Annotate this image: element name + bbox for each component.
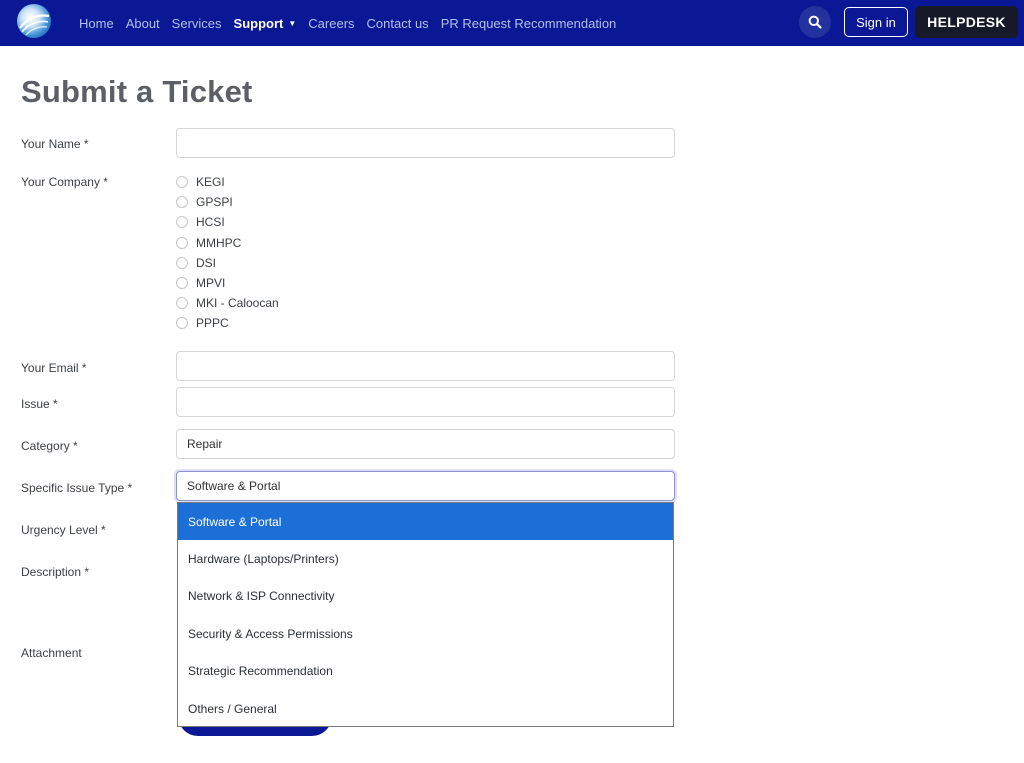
radio-label: HCSI [196,215,225,230]
dropdown-option[interactable]: Software & Portal [178,503,673,541]
radio-button[interactable] [176,236,188,249]
sign-in-button[interactable]: Sign in [844,7,908,37]
company-label: Your Company * [21,175,108,189]
nav-link-about[interactable]: About [126,16,160,31]
radio-label: MKI - Caloocan [196,296,279,311]
nav-link-careers[interactable]: Careers [308,16,354,31]
nav-link-services[interactable]: Services [172,16,222,31]
company-radio-mmhpc[interactable]: MMHPC [176,233,279,253]
email-label: Your Email * [21,361,87,375]
radio-button[interactable] [176,317,188,330]
radio-label: MPVI [196,276,226,291]
nav-link-label: Services [171,15,222,31]
page-title: Submit a Ticket [21,74,253,109]
company-radio-mki-caloocan[interactable]: MKI - Caloocan [176,293,279,313]
radio-label: MMHPC [196,235,242,250]
issue-type-dropdown-list: Software & Portal Hardware (Laptops/Print… [177,502,674,727]
dropdown-option[interactable]: Others / General [178,690,673,727]
issue-type-label: Specific Issue Type * [21,481,133,495]
radio-button[interactable] [176,297,188,310]
issue-type-select[interactable]: Software & Portal [176,471,675,501]
company-radio-dsi[interactable]: DSI [176,253,279,273]
company-radio-pppc[interactable]: PPPC [176,313,279,333]
radio-button[interactable] [176,216,188,229]
description-label: Description * [21,565,90,579]
logo-icon[interactable] [17,4,51,38]
issue-input[interactable] [176,387,675,417]
radio-button[interactable] [176,196,188,209]
company-radio-group: KEGI GPSPI HCSI MMHPC DSI MPVI MKI - Caloocan P… [176,172,279,334]
nav-link-label: Support [233,15,284,31]
radio-button[interactable] [176,176,188,189]
dropdown-option[interactable]: Hardware (Laptops/Printers) [178,540,673,577]
dropdown-option[interactable]: Network & ISP Connectivity [178,578,673,615]
nav-link-pr-request-recommendation[interactable]: PR Request Recommendation [441,16,617,31]
company-radio-mpvi[interactable]: MPVI [176,273,279,293]
radio-label: DSI [196,255,217,270]
name-input[interactable] [176,128,675,158]
nav-link-label: PR Request Recommendation [440,15,617,31]
nav-link-contact-us[interactable]: Contact us [367,16,429,31]
email-input[interactable] [176,351,675,381]
search-icon [808,15,822,29]
radio-button[interactable] [176,256,188,269]
caret-down-icon: ▼ [288,18,297,28]
nav-link-label: Contact us [366,15,429,31]
company-radio-gpspi[interactable]: GPSPI [176,192,279,212]
dropdown-option[interactable]: Strategic Recommendation [178,653,673,690]
category-label: Category * [21,439,78,453]
nav-links: Home About Services Support ▼ Careers Contact … [79,0,628,46]
company-radio-kegi[interactable]: KEGI [176,172,279,192]
nav-link-support[interactable]: Support ▼ [234,16,297,31]
category-select[interactable]: Repair [176,429,675,459]
helpdesk-button[interactable]: HELPDESK [915,6,1018,38]
radio-label: KEGI [196,175,225,190]
nav-link-label: Careers [308,15,355,31]
name-label: Your Name * [21,137,89,151]
search-button[interactable] [799,6,831,38]
dropdown-option[interactable]: Security & Access Permissions [178,615,673,652]
radio-label: PPPC [196,316,229,331]
urgency-label: Urgency Level * [21,523,106,537]
attachment-label: Attachment [21,646,82,660]
nav-link-home[interactable]: Home [79,16,114,31]
issue-label: Issue * [21,397,58,411]
radio-button[interactable] [176,277,188,290]
company-radio-hcsi[interactable]: HCSI [176,212,279,232]
nav-link-label: Home [79,15,114,31]
radio-label: GPSPI [196,195,233,210]
top-navbar: Home About Services Support ▼ Careers Contact … [0,0,1024,46]
nav-link-label: About [125,15,160,31]
